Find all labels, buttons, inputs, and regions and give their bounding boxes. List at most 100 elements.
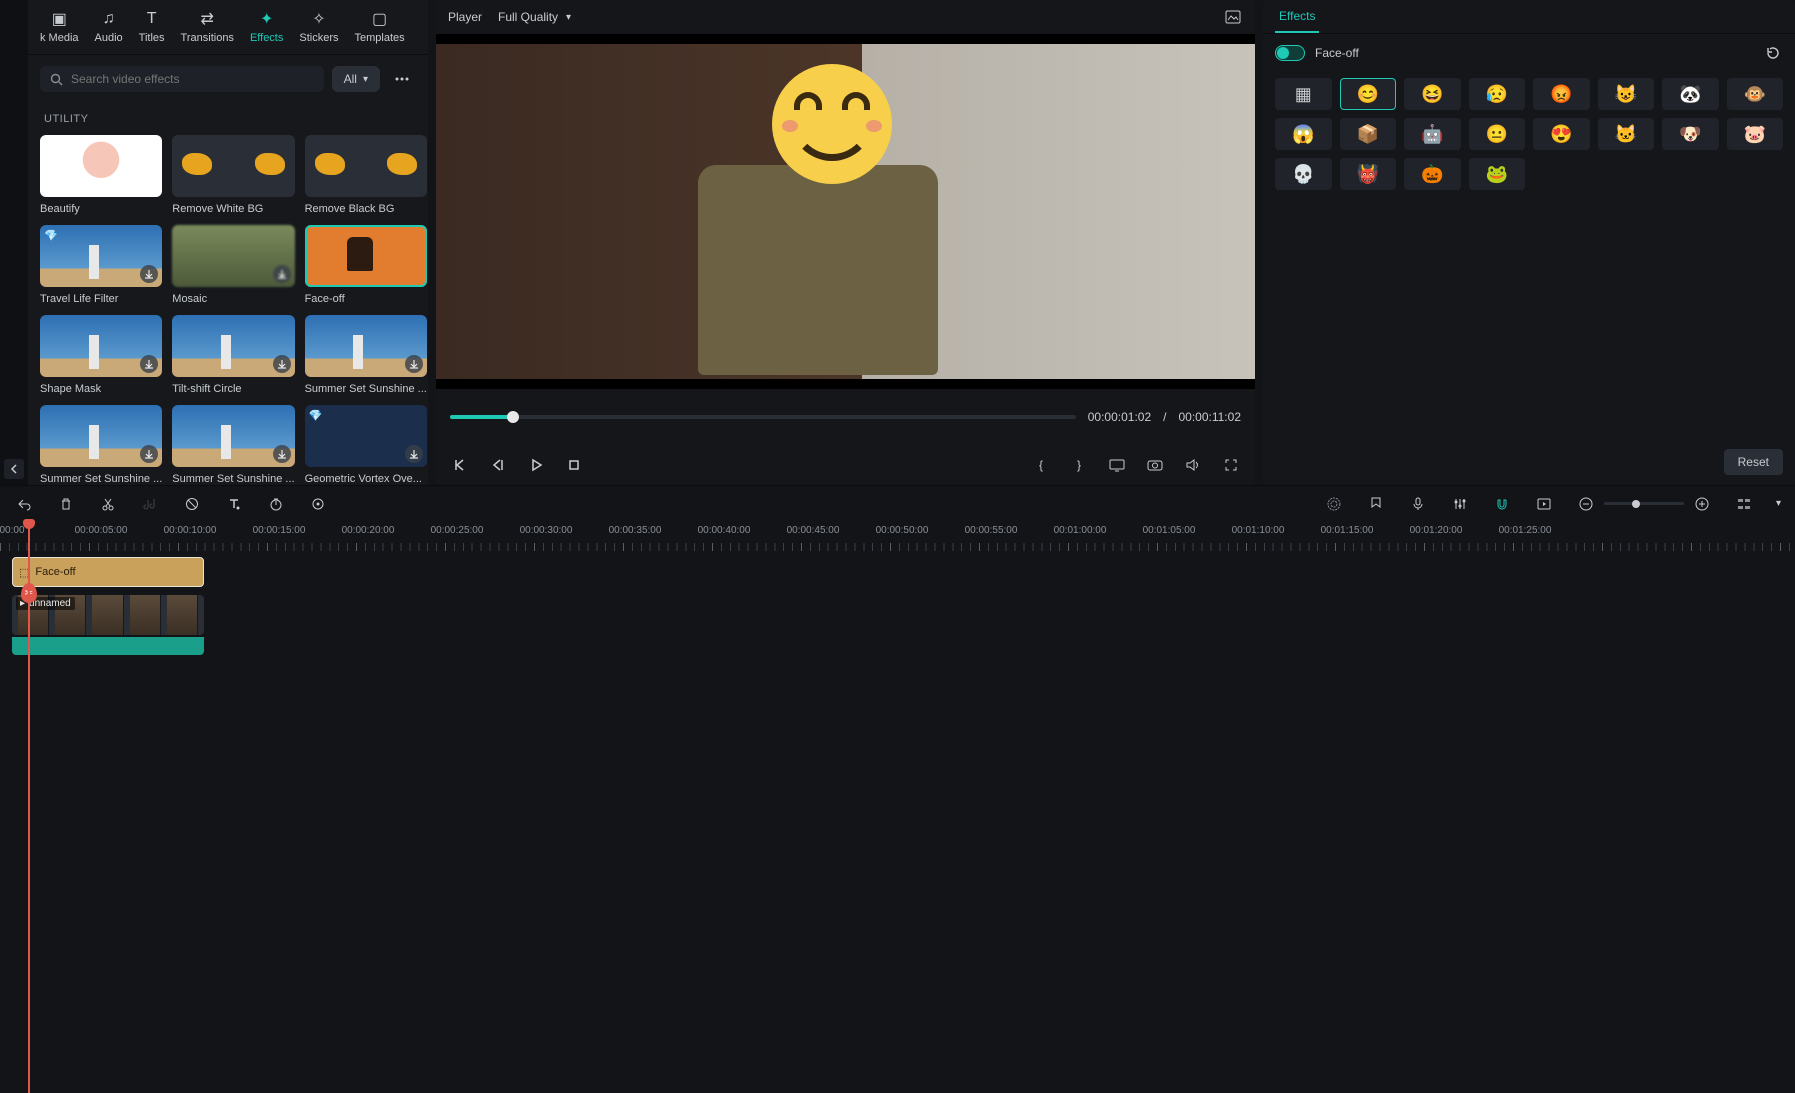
color-button[interactable] bbox=[308, 494, 328, 514]
delete-button[interactable] bbox=[56, 494, 76, 514]
quality-dropdown[interactable]: Full Quality ▾ bbox=[498, 10, 571, 24]
effect-thumb[interactable] bbox=[172, 315, 294, 377]
face-option[interactable]: 🐷 bbox=[1727, 118, 1784, 150]
effect-card-tilt-shift-circle[interactable]: Tilt-shift Circle bbox=[172, 315, 294, 395]
face-option[interactable]: 💀 bbox=[1275, 158, 1332, 190]
face-option[interactable]: 😊 bbox=[1340, 78, 1397, 110]
zoom-in-button[interactable] bbox=[1692, 494, 1712, 514]
mark-in-button[interactable]: { bbox=[1031, 455, 1051, 475]
effect-card-travel-life-filter[interactable]: 💎Travel Life Filter bbox=[40, 225, 162, 305]
chevron-down-icon[interactable]: ▾ bbox=[1776, 498, 1781, 509]
clip-effect-faceoff[interactable]: ⬚ Face-off bbox=[12, 557, 204, 587]
track-options-button[interactable] bbox=[1734, 494, 1754, 514]
effect-thumb[interactable]: 💎 bbox=[305, 405, 427, 467]
nav-tab-stickers[interactable]: ✧Stickers bbox=[291, 6, 346, 48]
volume-button[interactable] bbox=[1183, 455, 1203, 475]
render-button[interactable] bbox=[1534, 494, 1554, 514]
nav-tab-k-media[interactable]: ▣k Media bbox=[32, 6, 87, 48]
download-icon[interactable] bbox=[273, 265, 291, 283]
effect-thumb[interactable] bbox=[40, 405, 162, 467]
effect-thumb[interactable] bbox=[172, 405, 294, 467]
effect-thumb[interactable] bbox=[40, 135, 162, 197]
step-back-button[interactable] bbox=[488, 455, 508, 475]
timeline-ruler[interactable]: 00:0000:00:05:0000:00:10:0000:00:15:0000… bbox=[0, 521, 1795, 555]
auto-ripple-button[interactable] bbox=[1324, 494, 1344, 514]
face-option[interactable]: 🐸 bbox=[1469, 158, 1526, 190]
face-option[interactable]: ▦ bbox=[1275, 78, 1332, 110]
effect-card-summer-set-sunshine-[interactable]: Summer Set Sunshine ... bbox=[172, 405, 294, 485]
text-tool-button[interactable] bbox=[224, 494, 244, 514]
library-more-button[interactable] bbox=[388, 65, 416, 93]
inspector-tab-effects[interactable]: Effects bbox=[1275, 1, 1319, 33]
zoom-out-button[interactable] bbox=[1576, 494, 1596, 514]
face-option[interactable]: 😡 bbox=[1533, 78, 1590, 110]
download-icon[interactable] bbox=[273, 445, 291, 463]
effect-card-summer-set-sunshine-[interactable]: Summer Set Sunshine ... bbox=[305, 315, 427, 395]
nav-tab-transitions[interactable]: ⇄Transitions bbox=[173, 6, 242, 48]
snapshot-button[interactable] bbox=[1223, 7, 1243, 27]
search-input[interactable] bbox=[71, 72, 314, 86]
face-option[interactable]: 🐱 bbox=[1598, 118, 1655, 150]
reset-section-button[interactable] bbox=[1763, 43, 1783, 63]
fullscreen-button[interactable] bbox=[1221, 455, 1241, 475]
crop-button[interactable] bbox=[182, 494, 202, 514]
face-option[interactable]: 😺 bbox=[1598, 78, 1655, 110]
magnetic-button[interactable] bbox=[1492, 494, 1512, 514]
nav-tab-effects[interactable]: ✦Effects bbox=[242, 6, 291, 48]
effect-card-geometric-vortex-ove-[interactable]: 💎Geometric Vortex Ove... bbox=[305, 405, 427, 485]
search-effects[interactable] bbox=[40, 66, 324, 92]
download-icon[interactable] bbox=[273, 355, 291, 373]
download-icon[interactable] bbox=[405, 445, 423, 463]
clip-audio[interactable] bbox=[12, 637, 204, 655]
download-icon[interactable] bbox=[140, 355, 158, 373]
effect-card-mosaic[interactable]: Mosaic bbox=[172, 225, 294, 305]
filter-all-dropdown[interactable]: All ▾ bbox=[332, 66, 380, 92]
display-device-button[interactable] bbox=[1107, 455, 1127, 475]
face-option[interactable]: 😥 bbox=[1469, 78, 1526, 110]
face-option[interactable]: 🐶 bbox=[1662, 118, 1719, 150]
face-option[interactable]: 🐼 bbox=[1662, 78, 1719, 110]
nav-tab-titles[interactable]: TTitles bbox=[131, 6, 173, 48]
audio-detach-button[interactable] bbox=[140, 494, 160, 514]
split-button[interactable] bbox=[98, 494, 118, 514]
play-button[interactable] bbox=[526, 455, 546, 475]
effect-card-face-off[interactable]: Face-off bbox=[305, 225, 427, 305]
collapse-left-button[interactable] bbox=[4, 459, 24, 479]
zoom-slider[interactable] bbox=[1604, 502, 1684, 505]
faceoff-toggle[interactable] bbox=[1275, 45, 1305, 61]
effect-card-remove-white-bg[interactable]: Remove White BG bbox=[172, 135, 294, 215]
download-icon[interactable] bbox=[405, 355, 423, 373]
prev-frame-button[interactable] bbox=[450, 455, 470, 475]
effect-thumb[interactable] bbox=[172, 135, 294, 197]
effect-thumb[interactable] bbox=[172, 225, 294, 287]
marker-button[interactable] bbox=[1366, 494, 1386, 514]
face-option[interactable]: 🎃 bbox=[1404, 158, 1461, 190]
effect-card-summer-set-sunshine-[interactable]: Summer Set Sunshine ... bbox=[40, 405, 162, 485]
face-option[interactable]: 😆 bbox=[1404, 78, 1461, 110]
player-tab[interactable]: Player bbox=[448, 10, 482, 24]
face-option[interactable]: 😍 bbox=[1533, 118, 1590, 150]
video-preview[interactable] bbox=[436, 34, 1255, 389]
playhead[interactable] bbox=[28, 521, 30, 1093]
effect-card-remove-black-bg[interactable]: Remove Black BG bbox=[305, 135, 427, 215]
download-icon[interactable] bbox=[140, 265, 158, 283]
effect-thumb[interactable] bbox=[305, 225, 427, 287]
tracks-area[interactable]: ⬚ Face-off ▸unnamed bbox=[0, 555, 1795, 583]
mixer-button[interactable] bbox=[1450, 494, 1470, 514]
face-option[interactable]: 👹 bbox=[1340, 158, 1397, 190]
scrub-bar[interactable] bbox=[450, 415, 1076, 419]
effect-thumb[interactable] bbox=[305, 315, 427, 377]
face-option[interactable]: 🤖 bbox=[1404, 118, 1461, 150]
effect-thumb[interactable] bbox=[305, 135, 427, 197]
effect-thumb[interactable] bbox=[40, 315, 162, 377]
face-option[interactable]: 😐 bbox=[1469, 118, 1526, 150]
reset-button[interactable]: Reset bbox=[1724, 449, 1783, 475]
face-option[interactable]: 📦 bbox=[1340, 118, 1397, 150]
voiceover-button[interactable] bbox=[1408, 494, 1428, 514]
mark-out-button[interactable]: } bbox=[1069, 455, 1089, 475]
stop-button[interactable] bbox=[564, 455, 584, 475]
face-option[interactable]: 😱 bbox=[1275, 118, 1332, 150]
scrub-knob[interactable] bbox=[507, 411, 519, 423]
download-icon[interactable] bbox=[140, 445, 158, 463]
nav-tab-templates[interactable]: ▢Templates bbox=[347, 6, 413, 48]
